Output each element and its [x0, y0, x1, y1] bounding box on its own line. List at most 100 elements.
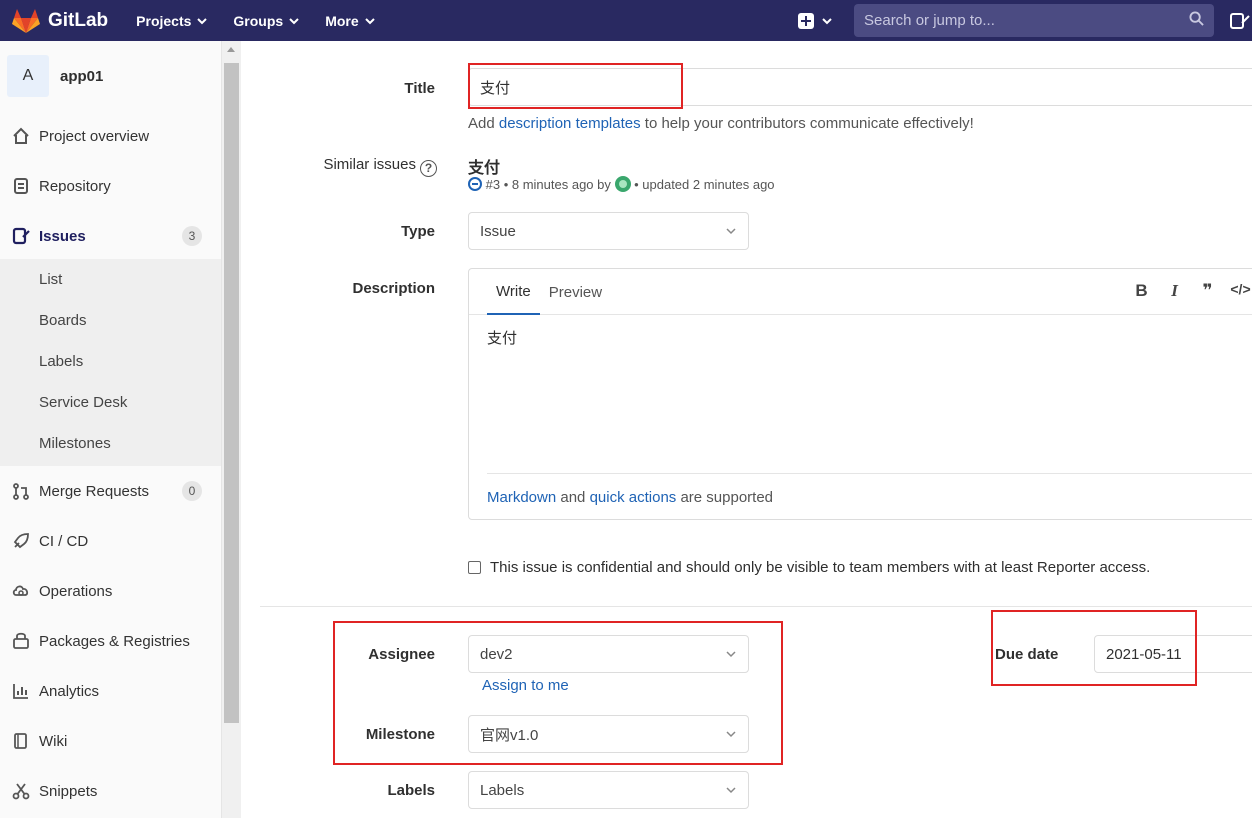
- sidebar-item-label: CI / CD: [39, 532, 89, 550]
- type-select[interactable]: Issue: [468, 212, 749, 250]
- sidebar-item-label: Analytics: [39, 682, 100, 700]
- help-icon[interactable]: ?: [420, 160, 437, 177]
- tab-write[interactable]: Write: [487, 269, 540, 315]
- scrollbar-thumb[interactable]: [224, 63, 239, 723]
- sidebar-item-label: Operations: [39, 582, 113, 600]
- highlight-due-date-box: [991, 610, 1197, 686]
- search-input[interactable]: Search or jump to...: [854, 4, 1214, 37]
- home-icon: [13, 127, 29, 144]
- templates-hint: Add description templates to help your c…: [468, 115, 974, 132]
- chevron-down-icon: [726, 787, 736, 794]
- subnav-item-service-desk[interactable]: Service Desk: [0, 382, 221, 423]
- project-name: app01: [60, 67, 104, 85]
- nav-menu: Projects Groups More: [136, 13, 400, 29]
- doc-icon: [14, 178, 28, 194]
- cloud-icon: [12, 585, 29, 596]
- subnav-item-boards[interactable]: Boards: [0, 300, 221, 341]
- sidebar-item-project-overview[interactable]: Project overview: [0, 111, 221, 161]
- sidebar-item-operations[interactable]: Operations: [0, 566, 221, 616]
- author-avatar-icon[interactable]: [614, 176, 631, 192]
- italic-icon[interactable]: I: [1158, 281, 1191, 301]
- similar-issue-updated: • updated 2 minutes ago: [630, 177, 775, 192]
- description-templates-link[interactable]: description templates: [499, 115, 641, 132]
- top-navbar: GitLab Projects Groups More Search or ju…: [0, 0, 1252, 41]
- merge-icon: [13, 483, 29, 500]
- sidebar-item-packages[interactable]: Packages & Registries: [0, 616, 221, 666]
- sidebar-item-label: Wiki: [39, 732, 68, 750]
- section-divider: [260, 606, 1252, 607]
- search-icon: [1189, 11, 1204, 30]
- quote-icon[interactable]: ❞: [1191, 281, 1224, 301]
- rocket-icon: [13, 533, 29, 549]
- sidebar-item-ci-cd[interactable]: CI / CD: [0, 516, 221, 566]
- project-avatar: A: [7, 55, 49, 97]
- subnav-item-list[interactable]: List: [0, 259, 221, 300]
- issues-nav-icon[interactable]: [1228, 11, 1252, 31]
- confidential-label: This issue is confidential and should on…: [490, 559, 1151, 576]
- sidebar-item-label: Packages & Registries: [39, 632, 190, 650]
- chevron-down-icon: [197, 17, 208, 24]
- description-footer: Markdown and quick actions are supported: [487, 473, 1252, 506]
- and-text: and: [556, 489, 590, 506]
- gitlab-tanuki-icon: [12, 8, 40, 33]
- sidebar-item-issues[interactable]: Issues 3: [0, 211, 221, 261]
- title-label: Title: [404, 80, 435, 97]
- bold-icon[interactable]: B: [1125, 281, 1158, 301]
- templates-prefix: Add: [468, 115, 499, 132]
- gitlab-logo[interactable]: GitLab: [12, 8, 108, 34]
- confidential-checkbox[interactable]: [468, 561, 481, 574]
- similar-issues-text: Similar issues: [323, 156, 416, 173]
- merge-requests-count-badge: 0: [182, 481, 202, 501]
- similar-issue-number: #3: [485, 177, 501, 192]
- sidebar-scrollbar[interactable]: [222, 41, 241, 818]
- issues-icon: [12, 227, 30, 245]
- sidebar-item-repository[interactable]: Repository: [0, 161, 221, 211]
- highlight-title-box: [468, 63, 683, 109]
- supported-text: are supported: [676, 489, 774, 506]
- nav-more[interactable]: More: [325, 13, 375, 29]
- quick-actions-link[interactable]: quick actions: [590, 489, 677, 506]
- description-editor: Write Preview B I ❞ </> 支付 Markdown and …: [468, 268, 1252, 520]
- description-label: Description: [352, 280, 435, 297]
- sidebar-item-label: Project overview: [39, 127, 150, 145]
- markdown-toolbar: B I ❞ </>: [1125, 281, 1252, 301]
- type-label: Type: [401, 223, 435, 240]
- issues-subnav: List Boards Labels Service Desk Mileston…: [0, 259, 221, 466]
- issues-count-badge: 3: [182, 226, 202, 246]
- plus-icon: [798, 12, 814, 29]
- subnav-item-milestones[interactable]: Milestones: [0, 423, 221, 464]
- sidebar-item-analytics[interactable]: Analytics: [0, 666, 221, 716]
- issue-form: Title 支付 Add description templates to he…: [241, 41, 1252, 818]
- chevron-down-icon: [364, 17, 375, 24]
- nav-groups-label: Groups: [233, 12, 284, 29]
- similar-issue-title[interactable]: 支付: [468, 154, 500, 178]
- similar-issue-time: • 8 minutes ago by: [500, 177, 615, 192]
- nav-projects[interactable]: Projects: [136, 12, 208, 29]
- project-header[interactable]: A app01: [0, 41, 221, 111]
- labels-select[interactable]: Labels: [468, 771, 749, 809]
- chevron-down-icon: [289, 17, 299, 24]
- sidebar-item-label: Merge Requests: [39, 482, 150, 500]
- new-item-dropdown[interactable]: [798, 12, 832, 29]
- code-icon[interactable]: </>: [1224, 281, 1252, 301]
- labels-label: Labels: [387, 782, 435, 799]
- sidebar-item-snippets[interactable]: Snippets: [0, 766, 221, 816]
- chevron-down-icon: [822, 17, 832, 24]
- chart-icon: [13, 684, 28, 699]
- highlight-assignee-milestone-box: [333, 621, 783, 765]
- chevron-down-icon: [726, 228, 736, 235]
- sidebar-item-wiki[interactable]: Wiki: [0, 716, 221, 766]
- markdown-link[interactable]: Markdown: [487, 489, 556, 506]
- nav-groups[interactable]: Groups: [233, 13, 299, 29]
- scroll-up-arrow-icon[interactable]: [227, 47, 235, 52]
- package-icon: [13, 632, 29, 649]
- scissors-icon: [12, 783, 30, 800]
- nav-projects-label: Projects: [136, 12, 192, 29]
- similar-issues-label: Similar issues?: [301, 156, 437, 177]
- tab-preview[interactable]: Preview: [540, 269, 611, 315]
- labels-value: Labels: [480, 781, 525, 799]
- templates-suffix: to help your contributors communicate ef…: [640, 115, 974, 132]
- sidebar-item-merge-requests[interactable]: Merge Requests 0: [0, 466, 221, 516]
- description-textarea[interactable]: 支付: [487, 327, 517, 348]
- subnav-item-labels[interactable]: Labels: [0, 341, 221, 382]
